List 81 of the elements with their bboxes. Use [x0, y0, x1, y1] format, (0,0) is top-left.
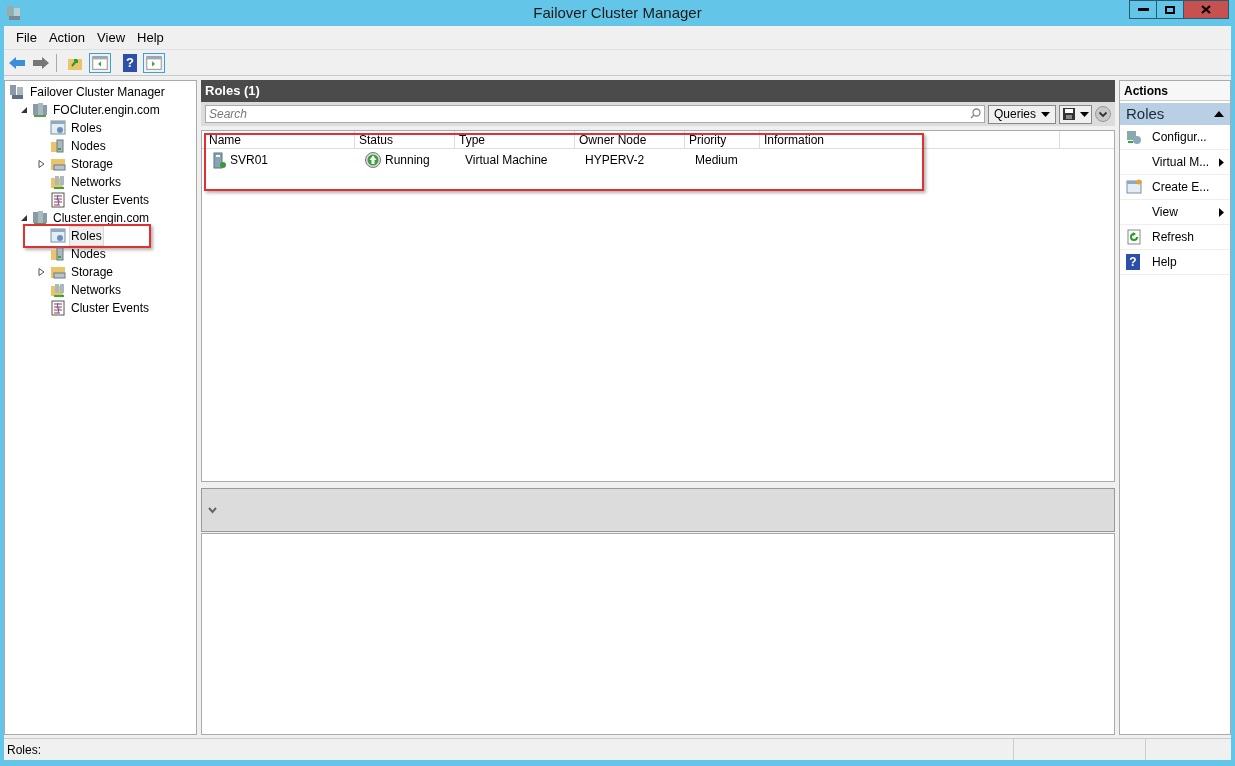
event-log-icon	[50, 300, 66, 316]
table-cell-text: Virtual Machine	[465, 152, 548, 169]
server-cluster-icon	[32, 210, 48, 226]
tree-item[interactable]: Roles	[69, 226, 104, 246]
menu-item[interactable]: Action	[42, 27, 92, 48]
window-title: Failover Cluster Manager	[532, 2, 703, 23]
actions-section-header[interactable]: Roles	[1120, 103, 1230, 125]
tree-item[interactable]: Nodes	[69, 137, 108, 155]
search-icon	[969, 108, 981, 119]
task-link[interactable]: Help	[1152, 253, 1177, 271]
server-cluster-icon	[32, 102, 48, 118]
tree-item[interactable]: Nodes	[69, 245, 108, 263]
expand-triangle-icon[interactable]	[38, 268, 46, 276]
close-button[interactable]	[1183, 0, 1229, 19]
folder-server-icon	[50, 138, 66, 154]
event-log-icon	[50, 192, 66, 208]
status-text: Roles:	[6, 741, 42, 759]
task-link[interactable]: Refresh	[1152, 228, 1195, 246]
close-icon	[1201, 5, 1211, 14]
column-header[interactable]: Name	[205, 131, 355, 148]
menu-item[interactable]: View	[91, 27, 132, 48]
column-header[interactable]: Information	[760, 131, 1060, 148]
column-header[interactable]: Type	[455, 131, 575, 148]
help-icon: ?	[1126, 254, 1140, 270]
column-header[interactable]: Status	[355, 131, 455, 148]
gear-server-icon	[1126, 129, 1142, 145]
action-pane-icon[interactable]	[143, 52, 165, 73]
server-icon	[213, 151, 226, 169]
chevron-down-icon[interactable]	[208, 506, 217, 514]
collapse-triangle-icon[interactable]	[20, 106, 28, 114]
panel-header: Roles (1)	[201, 80, 1115, 102]
save-query-button[interactable]	[1059, 104, 1092, 124]
actions-header: Actions	[1120, 81, 1230, 101]
expand-triangle-icon[interactable]	[38, 160, 46, 168]
expand-chevron-icon[interactable]	[1095, 106, 1111, 122]
show-pane-icon[interactable]	[89, 52, 111, 73]
search-field[interactable]: Search	[205, 105, 985, 123]
window-gear-icon	[50, 120, 66, 136]
refresh-icon	[1126, 229, 1142, 245]
window-gear-icon	[50, 228, 66, 244]
app-icon	[6, 5, 22, 21]
task-link[interactable]: View	[1152, 203, 1178, 221]
forward-arrow-icon[interactable]	[32, 55, 50, 70]
collapse-triangle-icon[interactable]	[20, 214, 28, 222]
tree-item[interactable]: Failover Cluster Manager	[28, 83, 167, 101]
back-arrow-icon[interactable]	[8, 55, 26, 70]
tree-item[interactable]: Roles	[69, 119, 104, 137]
menu-item[interactable]: Help	[131, 27, 170, 48]
dropdown-arrow-icon	[1080, 111, 1089, 117]
tree-item[interactable]: Cluster Events	[69, 191, 152, 209]
task-link[interactable]: Virtual M...	[1152, 153, 1210, 171]
minimize-button[interactable]	[1129, 0, 1157, 19]
column-header[interactable]: Priority	[685, 131, 760, 148]
folder-network-icon	[50, 174, 66, 190]
help-icon[interactable]: ?	[123, 53, 137, 72]
dropdown-arrow-icon	[1041, 111, 1050, 117]
task-link[interactable]: Configur...	[1152, 128, 1207, 146]
queries-button[interactable]: Queries	[987, 104, 1056, 124]
tree-item[interactable]: FOCluter.engin.com	[51, 101, 162, 119]
save-icon	[1062, 107, 1076, 121]
table-cell-text: Running	[385, 152, 430, 169]
folder-drive-icon	[50, 264, 66, 280]
collapse-icon[interactable]	[1214, 111, 1224, 117]
task-link[interactable]: Create E...	[1152, 178, 1210, 196]
cluster-manager-icon	[9, 84, 25, 100]
menu-item[interactable]: File	[10, 27, 43, 48]
folder-server-icon	[50, 246, 66, 262]
tree-item[interactable]: Networks	[69, 173, 123, 191]
folder-network-icon	[50, 282, 66, 298]
table-cell-text: SVR01	[230, 152, 269, 169]
column-header[interactable]: Owner Node	[575, 131, 685, 148]
table-cell-text: HYPERV-2	[585, 152, 645, 169]
folder-drive-icon	[50, 156, 66, 172]
section-title: Roles	[1126, 103, 1165, 124]
table-cell-text: Medium	[695, 152, 738, 169]
tree-item[interactable]: Networks	[69, 281, 123, 299]
tree-item[interactable]: Storage	[69, 263, 116, 281]
tree-item[interactable]: Storage	[69, 155, 116, 173]
up-arrow-status-icon	[365, 152, 381, 168]
tree-item[interactable]: Cluster.engin.com	[51, 209, 152, 227]
tree-item[interactable]: Cluster Events	[69, 299, 152, 317]
